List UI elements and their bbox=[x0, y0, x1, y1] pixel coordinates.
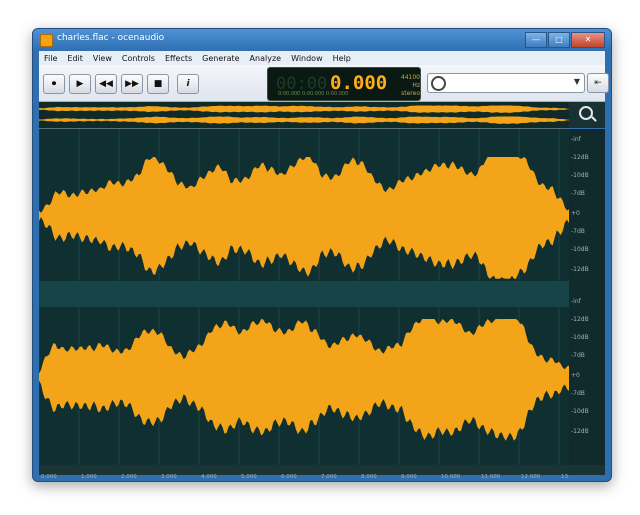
amplitude-label: -7dB bbox=[571, 190, 585, 197]
time-ruler-label: 9.000 bbox=[401, 474, 417, 480]
time-ruler-svg: 0.000 1.000 2.000 3.000 4.000 5.000 6.000 7.000… bbox=[41, 474, 574, 480]
menu-bar: File Edit View Controls Effects Generate… bbox=[39, 51, 605, 65]
time-display: 00:00 0.000 44100 Hz stereo 0:00.000 0:0… bbox=[267, 67, 421, 101]
menu-generate[interactable]: Generate bbox=[197, 54, 244, 63]
menu-edit[interactable]: Edit bbox=[62, 54, 88, 63]
toolbar: ⏺ ▶ ◀◀ ▶▶ ■ i 00:00 0.000 44100 Hz stere… bbox=[39, 65, 609, 102]
time-ruler-label: 11.000 bbox=[481, 474, 501, 480]
amplitude-label: -12dB bbox=[571, 428, 589, 435]
overview-waveform-right bbox=[39, 116, 569, 124]
amplitude-label: -12dB bbox=[571, 266, 589, 273]
title-bar[interactable]: charles.flac - ocenaudio — □ ✕ bbox=[33, 29, 611, 51]
time-ruler[interactable]: 0.000 1.000 2.000 3.000 4.000 5.000 6.000 7.000… bbox=[39, 465, 574, 480]
menu-window[interactable]: Window bbox=[286, 54, 328, 63]
chevron-down-icon: ▼ bbox=[573, 77, 580, 86]
time-ruler-label: 10.000 bbox=[441, 474, 461, 480]
amplitude-label: -12dB bbox=[571, 154, 589, 161]
channel-divider bbox=[39, 281, 569, 307]
menu-analyze[interactable]: Analyze bbox=[245, 54, 287, 63]
effect-selector[interactable]: ▼ bbox=[427, 73, 585, 93]
clock-icon bbox=[431, 76, 446, 91]
time-ruler-label: 5.000 bbox=[241, 474, 257, 480]
time-ruler-label: 3.000 bbox=[161, 474, 177, 480]
amplitude-label: -inf bbox=[571, 136, 582, 143]
zoom-icon[interactable] bbox=[579, 106, 593, 120]
time-ruler-label: 12.000 bbox=[521, 474, 541, 480]
display-selection: 0:00.000 0:00.000 0:00.000 bbox=[278, 91, 349, 97]
time-ruler-label: 4.000 bbox=[201, 474, 217, 480]
amplitude-scale-svg: -inf -12dB -10dB -7dB +0 -7dB -10dB -12dB -inf -1… bbox=[571, 136, 589, 435]
overview-track[interactable] bbox=[39, 102, 569, 129]
window-title: charles.flac - ocenaudio bbox=[57, 33, 165, 43]
time-ruler-label: 2.000 bbox=[121, 474, 137, 480]
amplitude-label: -7dB bbox=[571, 390, 585, 397]
overview-waveform bbox=[39, 105, 569, 124]
time-ruler-corner bbox=[569, 465, 605, 475]
play-button[interactable]: ▶ bbox=[69, 74, 91, 94]
time-ruler-label: 0.000 bbox=[41, 474, 57, 480]
menu-effects[interactable]: Effects bbox=[160, 54, 197, 63]
amplitude-label: -10dB bbox=[571, 334, 589, 341]
overview-waveform-left bbox=[39, 105, 569, 113]
maximize-button[interactable]: □ bbox=[548, 32, 570, 48]
amplitude-label: -10dB bbox=[571, 246, 589, 253]
menu-help[interactable]: Help bbox=[328, 54, 356, 63]
overview-side bbox=[569, 102, 605, 128]
amplitude-label: +0 bbox=[571, 372, 580, 379]
waveform-canvas bbox=[38, 129, 569, 465]
time-ruler-label: 1.000 bbox=[81, 474, 97, 480]
amplitude-label: -7dB bbox=[571, 352, 585, 359]
minimize-button[interactable]: — bbox=[525, 32, 547, 48]
display-rate: 44100 Hz stereo bbox=[392, 74, 420, 98]
time-ruler-label: 13.0 bbox=[561, 474, 569, 480]
nav-back-button[interactable]: ⇤ bbox=[587, 73, 609, 93]
amplitude-label: +0 bbox=[571, 210, 580, 217]
app-window: charles.flac - ocenaudio — □ ✕ File Edit… bbox=[32, 28, 612, 482]
menu-view[interactable]: View bbox=[88, 54, 117, 63]
close-button[interactable]: ✕ bbox=[571, 32, 605, 48]
display-channels: stereo bbox=[401, 90, 420, 97]
amplitude-label: -7dB bbox=[571, 228, 585, 235]
amplitude-label: -inf bbox=[571, 298, 582, 305]
fast-forward-button[interactable]: ▶▶ bbox=[121, 74, 143, 94]
record-button[interactable]: ⏺ bbox=[43, 74, 65, 94]
info-button[interactable]: i bbox=[177, 74, 199, 94]
waveform-area[interactable] bbox=[38, 129, 569, 465]
display-sample-rate: 44100 Hz bbox=[400, 74, 420, 89]
amplitude-label: -12dB bbox=[571, 316, 589, 323]
app-icon bbox=[40, 34, 53, 47]
amplitude-scale: -inf -12dB -10dB -7dB +0 -7dB -10dB -12dB -inf -1… bbox=[569, 129, 605, 465]
menu-file[interactable]: File bbox=[39, 54, 62, 63]
time-ruler-label: 7.000 bbox=[321, 474, 337, 480]
time-ruler-label: 6.000 bbox=[281, 474, 297, 480]
time-ruler-label: 8.000 bbox=[361, 474, 377, 480]
amplitude-label: -10dB bbox=[571, 408, 589, 415]
stop-button[interactable]: ■ bbox=[147, 74, 169, 94]
amplitude-label: -10dB bbox=[571, 172, 589, 179]
rewind-button[interactable]: ◀◀ bbox=[95, 74, 117, 94]
menu-controls[interactable]: Controls bbox=[117, 54, 160, 63]
